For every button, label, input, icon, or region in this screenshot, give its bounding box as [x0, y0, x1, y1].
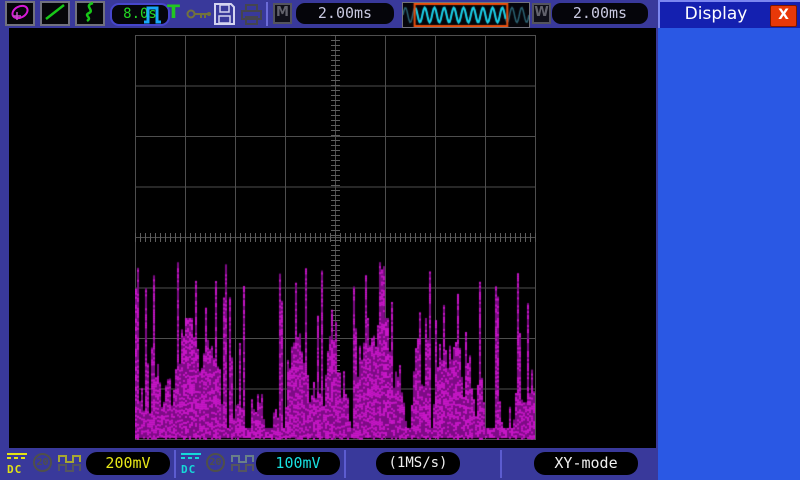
main-timebase-m-button[interactable]: M [273, 3, 292, 24]
ch-b-coupling-icon[interactable]: DC [181, 453, 205, 476]
vectors-icon [43, 2, 67, 26]
xy-icon [8, 2, 32, 26]
main-timebase-pill[interactable]: 2.00ms [296, 3, 394, 24]
sample-rate-pill: (1MS/s) [376, 452, 460, 475]
ch-b-probe-icon[interactable]: 20 [206, 453, 225, 472]
menu-title: Display [684, 4, 748, 24]
waveform-preview-canvas [403, 3, 529, 27]
trace-canvas [135, 35, 535, 440]
trigger-edge-icon[interactable] [142, 3, 164, 30]
ch-a-volts-div-pill[interactable]: 200mV [86, 452, 170, 475]
statusbar-divider [500, 450, 502, 478]
window-timebase-pill[interactable]: 2.00ms [552, 3, 648, 24]
menu-titlebar: Display X [658, 0, 800, 28]
save-icon[interactable] [213, 2, 236, 30]
key-lock-icon[interactable] [186, 7, 212, 26]
ch-a-probe-icon[interactable]: 20 [33, 453, 52, 472]
ch-a-coupling-icon[interactable]: DC [7, 453, 31, 476]
scope-screen [9, 28, 656, 448]
ch-b-volts-div-pill[interactable]: 100mV [256, 452, 340, 475]
status-bar: DC 20 200mV DC 20 100mV (1MS/s) XY-mode [0, 448, 658, 480]
close-icon[interactable]: X [770, 5, 797, 27]
toolbar: 8.0s T M 2.00ms W 2.00ms [0, 0, 658, 28]
display-menu: Display X Type Vectors Dots Persistency … [658, 0, 800, 480]
waveform-preview[interactable] [402, 2, 530, 28]
print-icon[interactable] [240, 3, 263, 30]
statusbar-divider [174, 450, 176, 478]
xy-mode-button[interactable] [5, 1, 35, 26]
ch-b-squarewave-icon[interactable] [231, 454, 257, 477]
window-timebase-w-button[interactable]: W [532, 3, 551, 24]
toolbar-divider [266, 2, 268, 26]
persistence-button[interactable] [75, 1, 105, 26]
ch-a-squarewave-icon[interactable] [58, 454, 84, 477]
vectors-mode-button[interactable] [40, 1, 70, 26]
statusbar-divider [344, 450, 346, 478]
trigger-t-button[interactable]: T [167, 1, 180, 23]
persistence-squiggle-icon [78, 1, 102, 27]
scope-mode-pill: XY-mode [534, 452, 638, 475]
